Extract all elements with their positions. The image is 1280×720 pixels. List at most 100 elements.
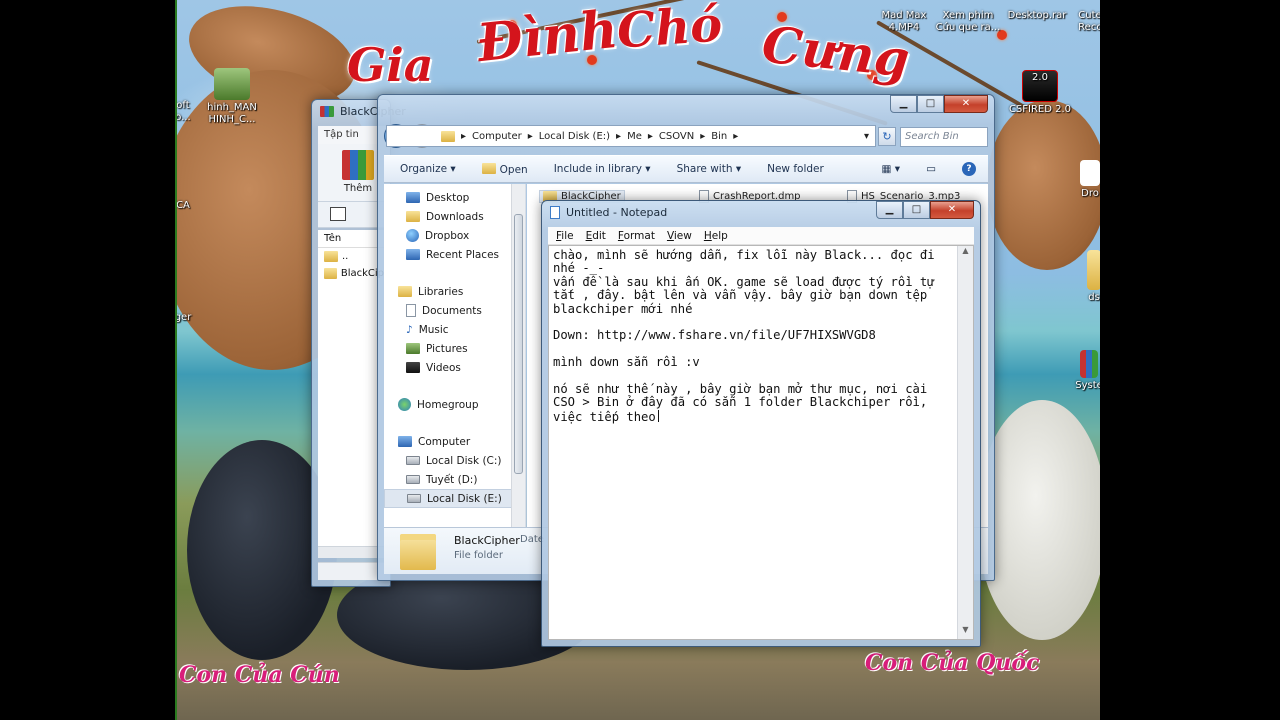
nav-item-recent-places[interactable]: Recent Places [384, 245, 525, 264]
nav-scrollbar[interactable] [511, 184, 525, 527]
csfired-app-icon: 2.0 [1022, 70, 1058, 102]
new-folder-button[interactable]: New folder [767, 163, 824, 175]
add-button[interactable]: Thêm [338, 150, 378, 194]
wallpaper-caption-right: Con Của Quốc [865, 650, 1040, 676]
scrollbar-thumb[interactable] [514, 214, 523, 474]
breadcrumb-separator-icon: ▸ [733, 130, 739, 142]
music-icon: ♪ [406, 323, 413, 336]
nav-item-label: Computer [418, 435, 471, 448]
nav-item-label: Dropbox [425, 229, 470, 242]
drive-icon [407, 494, 421, 503]
folder-icon [1087, 250, 1100, 290]
desktop-icon-system[interactable]: Syste [1072, 350, 1100, 392]
nav-item-videos[interactable]: Videos [384, 358, 525, 377]
menu-file[interactable]: File [556, 230, 574, 242]
include-in-library-button[interactable]: Include in library ▾ [554, 163, 651, 175]
archive-icon [1080, 350, 1098, 378]
nav-item-label: Libraries [418, 285, 464, 298]
editor-content[interactable]: chào, mình sẽ hướng dẫn, fix lỗi này Bla… [553, 248, 955, 424]
desktop-icon-left-1[interactable]: oft o... [177, 100, 193, 124]
winrar-icon [320, 106, 334, 117]
minimize-button[interactable]: ▁ [876, 201, 903, 219]
window-controls: ▁ □ ✕ [890, 95, 988, 113]
nav-item-label: Homegroup [417, 398, 479, 411]
recent-places-icon [406, 249, 420, 260]
menu-format[interactable]: Format [618, 230, 655, 242]
help-icon[interactable]: ? [962, 162, 976, 176]
dropbox-icon [1080, 160, 1100, 186]
nav-item-label: Music [418, 323, 449, 336]
scroll-down-icon[interactable]: ▼ [958, 625, 973, 639]
nav-item-local-disk-e[interactable]: Local Disk (E:) [384, 489, 525, 508]
nav-item-label: Recent Places [426, 248, 500, 261]
maximize-button[interactable]: □ [917, 95, 944, 113]
nav-item-libraries[interactable]: Libraries [384, 282, 525, 301]
address-dropdown-icon[interactable]: ▾ [864, 131, 869, 142]
organize-button[interactable]: Organize ▾ [400, 163, 456, 175]
up-folder-icon[interactable] [330, 207, 346, 221]
menu-view[interactable]: View [667, 230, 692, 242]
breadcrumb-bin[interactable]: Bin [711, 131, 727, 142]
close-button[interactable]: ✕ [930, 201, 974, 219]
view-options-icon[interactable]: ▦ ▾ [882, 163, 901, 175]
nav-item-label: Local Disk (E:) [427, 492, 502, 505]
share-with-button[interactable]: Share with ▾ [677, 163, 742, 175]
desktop-icon-csfired[interactable]: 2.0 CSFIRED 2.0 [1002, 70, 1078, 116]
nav-item-tuyet-d[interactable]: Tuyết (D:) [384, 470, 525, 489]
desktop-icon-mad-max[interactable]: Mad Max 4.MP4 [869, 10, 939, 34]
desktop-icon-ds[interactable]: ds [1082, 250, 1100, 304]
libraries-icon [398, 286, 412, 297]
nav-item-label: Local Disk (C:) [426, 454, 502, 467]
desktop-icon-cute[interactable]: Cute Recc [1070, 10, 1100, 34]
desktop-icon-label: Mad Max 4.MP4 [881, 10, 927, 33]
documents-icon [406, 304, 416, 317]
nav-item-computer[interactable]: Computer [384, 432, 525, 451]
menu-help[interactable]: Help [704, 230, 728, 242]
preview-pane-icon[interactable]: ▭ [926, 163, 936, 175]
menu-edit[interactable]: Edit [586, 230, 606, 242]
breadcrumb-computer[interactable]: Computer [472, 131, 522, 142]
nav-item-label: Downloads [426, 210, 484, 223]
nav-item-desktop[interactable]: Desktop [384, 188, 525, 207]
breadcrumb-separator-icon: ▸ [616, 130, 622, 142]
list-item-label: .. [342, 251, 349, 262]
desktop-icon-hinh-man-hinh[interactable]: hinh_MAN HINH_C... [197, 68, 267, 126]
nav-item-label: Tuyết (D:) [426, 473, 478, 486]
address-bar[interactable]: ▸ Computer ▸ Local Disk (E:) ▸ Me ▸ CSOV… [386, 125, 876, 147]
nav-item-homegroup[interactable]: Homegroup [384, 395, 525, 414]
open-button[interactable]: Open [481, 162, 528, 176]
breadcrumb-csovn[interactable]: CSOVN [659, 131, 694, 142]
desktop-icon-label: Xem phim Cứu que ra... [935, 10, 1001, 33]
desktop-icon-label: hinh_MAN HINH_C... [207, 102, 257, 125]
text-editor[interactable]: chào, mình sẽ hướng dẫn, fix lỗi này Bla… [548, 245, 974, 640]
nav-item-local-disk-c[interactable]: Local Disk (C:) [384, 451, 525, 470]
minimize-button[interactable]: ▁ [890, 95, 917, 113]
search-input[interactable]: Search Bin [900, 127, 988, 147]
desktop-icon-dropbox[interactable]: Dro [1075, 160, 1100, 200]
editor-scrollbar[interactable]: ▲ ▼ [957, 246, 973, 639]
desktop-icon-label: Syste [1075, 380, 1100, 391]
desktop-icon-desktop-rar[interactable]: Desktop.rar [1002, 10, 1072, 22]
nav-item-pictures[interactable]: Pictures [384, 339, 525, 358]
breadcrumb-local-disk-e[interactable]: Local Disk (E:) [539, 131, 610, 142]
close-button[interactable]: ✕ [944, 95, 988, 113]
desktop-icon-left-3[interactable]: ger [177, 312, 193, 324]
desktop-icon-label: Dro [1081, 188, 1099, 199]
scroll-up-icon[interactable]: ▲ [958, 246, 973, 260]
nav-item-dropbox[interactable]: Dropbox [384, 226, 525, 245]
maximize-button[interactable]: □ [903, 201, 930, 219]
computer-icon [398, 436, 412, 447]
add-button-label: Thêm [343, 183, 373, 194]
nav-item-label: Desktop [426, 191, 470, 204]
desktop-icon-left-2[interactable]: CA [177, 200, 193, 212]
homegroup-icon [398, 398, 411, 411]
desktop-icon-xem-phim[interactable]: Xem phim Cứu que ra... [933, 10, 1003, 34]
menu-file[interactable]: Tập tin [324, 129, 359, 140]
refresh-icon[interactable]: ↻ [878, 127, 896, 146]
breadcrumb-me[interactable]: Me [627, 131, 642, 142]
nav-item-documents[interactable]: Documents [384, 301, 525, 320]
nav-item-music[interactable]: ♪ Music [384, 320, 525, 339]
notepad-window[interactable]: Untitled - Notepad ▁ □ ✕ File Edit Forma… [541, 200, 981, 647]
nav-item-downloads[interactable]: Downloads [384, 207, 525, 226]
open-button-label: Open [499, 163, 528, 176]
